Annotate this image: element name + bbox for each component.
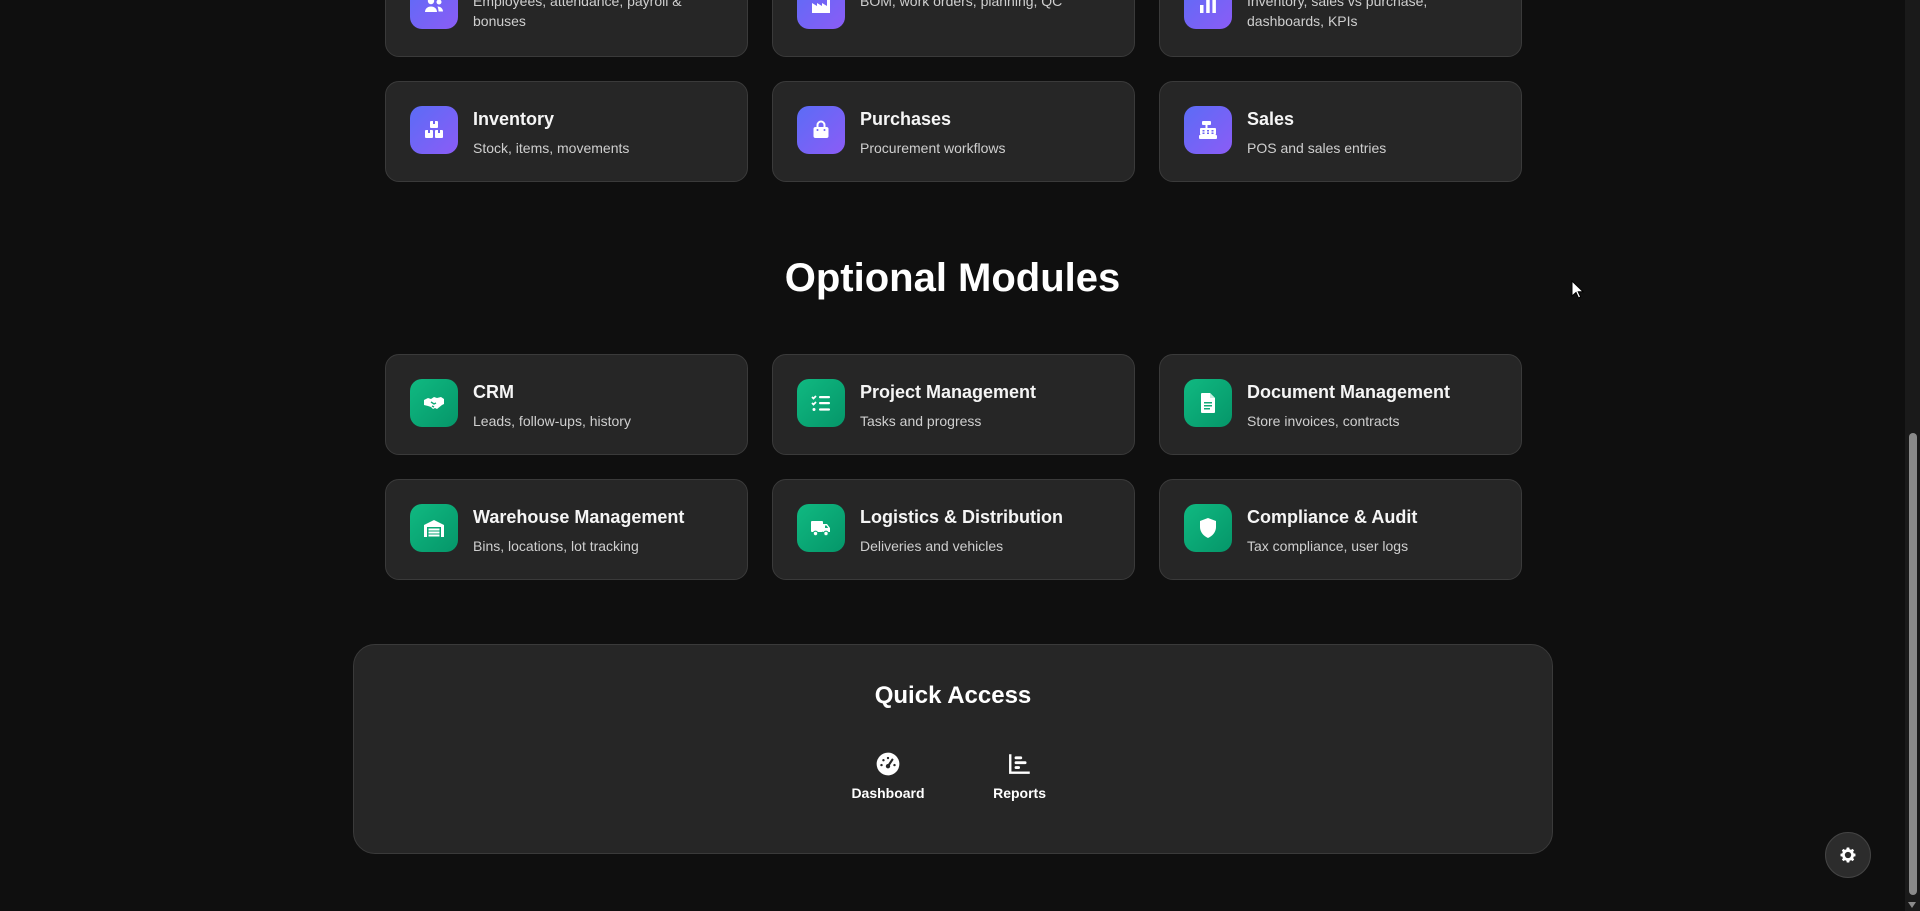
shield-icon bbox=[1184, 504, 1232, 552]
module-title: CRM bbox=[473, 382, 514, 402]
module-card-project-management[interactable]: Project Management Tasks and progress bbox=[772, 354, 1135, 455]
module-card-inventory[interactable]: Inventory Stock, items, movements bbox=[385, 81, 748, 182]
shopping-bag-icon bbox=[797, 106, 845, 154]
settings-button[interactable] bbox=[1825, 832, 1871, 878]
module-card-document-management[interactable]: Document Management Store invoices, cont… bbox=[1159, 354, 1522, 455]
module-card-crm[interactable]: CRM Leads, follow-ups, history bbox=[385, 354, 748, 455]
bar-chart-icon bbox=[1007, 751, 1033, 777]
page-scrollbar[interactable] bbox=[1905, 0, 1920, 911]
module-card-compliance[interactable]: Compliance & Audit Tax compliance, user … bbox=[1159, 479, 1522, 580]
module-description: Stock, items, movements bbox=[473, 140, 630, 156]
module-description: Procurement workflows bbox=[860, 140, 1006, 156]
reports-link[interactable]: Reports bbox=[985, 751, 1055, 801]
module-description: Employees, attendance, payroll & bonuses bbox=[473, 0, 682, 29]
module-title: Warehouse Management bbox=[473, 507, 685, 527]
gear-icon bbox=[1838, 845, 1858, 865]
module-description: Inventory, sales vs purchase, dashboards… bbox=[1247, 0, 1428, 29]
module-title: Sales bbox=[1247, 109, 1295, 129]
module-card-sales[interactable]: Sales POS and sales entries bbox=[1159, 81, 1522, 182]
module-title: Purchases bbox=[860, 109, 952, 129]
dashboard-label: Dashboard bbox=[851, 785, 925, 801]
truck-icon bbox=[797, 504, 845, 552]
module-title: Logistics & Distribution bbox=[860, 507, 1064, 527]
module-card-manufacturing[interactable]: BOM, work orders, planning, QC bbox=[772, 0, 1135, 57]
quick-access-panel: Quick Access Dashboard Reports bbox=[353, 644, 1553, 854]
main-content: Employees, attendance, payroll & bonuses… bbox=[0, 0, 1905, 911]
boxes-icon bbox=[410, 106, 458, 154]
module-title: Document Management bbox=[1247, 382, 1451, 402]
mouse-cursor-icon bbox=[1571, 280, 1585, 299]
module-description: Deliveries and vehicles bbox=[860, 538, 1004, 554]
document-icon bbox=[1184, 379, 1232, 427]
module-title: Compliance & Audit bbox=[1247, 507, 1418, 527]
dashboard-link[interactable]: Dashboard bbox=[851, 751, 925, 801]
module-description: POS and sales entries bbox=[1247, 140, 1387, 156]
factory-icon bbox=[797, 0, 845, 29]
module-description: Leads, follow-ups, history bbox=[473, 413, 631, 429]
users-icon bbox=[410, 0, 458, 29]
module-description: Tax compliance, user logs bbox=[1247, 538, 1409, 554]
module-description: Store invoices, contracts bbox=[1247, 413, 1400, 429]
core-modules-grid: Employees, attendance, payroll & bonuses… bbox=[385, 0, 1522, 182]
warehouse-icon bbox=[410, 504, 458, 552]
optional-modules-grid: CRM Leads, follow-ups, history Project M… bbox=[385, 354, 1522, 580]
optional-modules-heading: Optional Modules bbox=[784, 256, 1121, 300]
module-card-purchases[interactable]: Purchases Procurement workflows bbox=[772, 81, 1135, 182]
module-card-analytics[interactable]: Inventory, sales vs purchase, dashboards… bbox=[1159, 0, 1522, 57]
handshake-icon bbox=[410, 379, 458, 427]
module-description: Tasks and progress bbox=[860, 413, 982, 429]
module-title: Inventory bbox=[473, 109, 555, 129]
module-description: Bins, locations, lot tracking bbox=[473, 538, 639, 554]
module-card-logistics[interactable]: Logistics & Distribution Deliveries and … bbox=[772, 479, 1135, 580]
reports-label: Reports bbox=[993, 785, 1047, 801]
page-viewport: Employees, attendance, payroll & bonuses… bbox=[0, 0, 1920, 911]
quick-access-links: Dashboard Reports bbox=[354, 751, 1552, 801]
cash-register-icon bbox=[1184, 106, 1232, 154]
module-title: Project Management bbox=[860, 382, 1037, 402]
module-card-warehouse-management[interactable]: Warehouse Management Bins, locations, lo… bbox=[385, 479, 748, 580]
task-list-icon bbox=[797, 379, 845, 427]
module-description: BOM, work orders, planning, QC bbox=[860, 0, 1063, 9]
quick-access-heading: Quick Access bbox=[874, 682, 1032, 709]
gauge-icon bbox=[875, 751, 901, 777]
scroll-down-arrow-icon[interactable] bbox=[1908, 902, 1916, 908]
module-card-hr[interactable]: Employees, attendance, payroll & bonuses bbox=[385, 0, 748, 57]
scrollbar-thumb[interactable] bbox=[1909, 433, 1917, 895]
chart-icon bbox=[1184, 0, 1232, 29]
